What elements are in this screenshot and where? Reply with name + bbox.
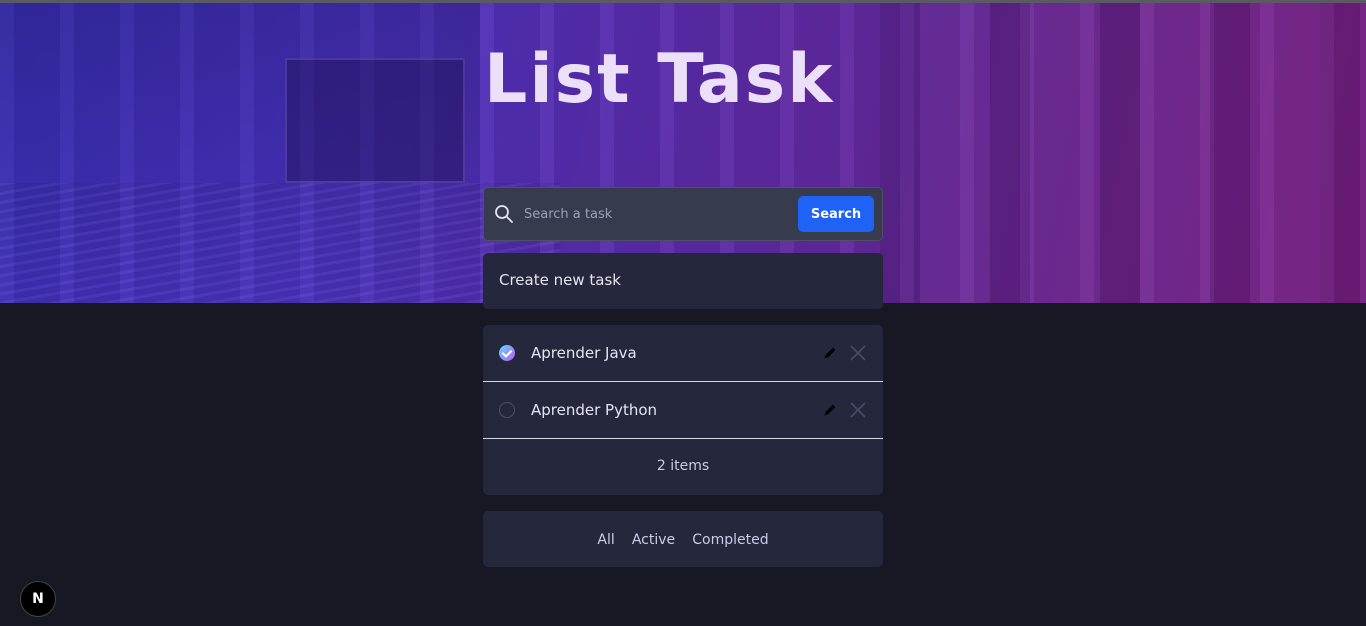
- items-count: 2 items: [656, 458, 710, 474]
- filter-completed-button[interactable]: Completed: [692, 532, 768, 548]
- task-checkbox[interactable]: [499, 402, 515, 418]
- task-label: Aprender Java: [531, 344, 637, 362]
- task-checkbox-checked[interactable]: [499, 345, 515, 361]
- create-task-label: Create new task: [499, 271, 621, 289]
- create-task-field[interactable]: Create new task: [483, 253, 883, 309]
- filter-active-button[interactable]: Active: [632, 532, 675, 548]
- hero-doorway: [285, 58, 465, 183]
- pencil-icon[interactable]: [823, 403, 837, 417]
- search-bar: Search: [483, 187, 883, 241]
- hero-pillars: [880, 3, 1366, 303]
- task-label: Aprender Python: [531, 401, 658, 419]
- filter-all-button[interactable]: All: [597, 532, 614, 548]
- task-list: Aprender Java Aprender Python 2 items: [483, 325, 883, 495]
- page-title: List Task: [484, 40, 835, 119]
- search-icon: [495, 205, 513, 223]
- pencil-icon[interactable]: [823, 346, 837, 360]
- hero-floor: [0, 183, 560, 303]
- task-row[interactable]: Aprender Python: [483, 382, 883, 439]
- filter-bar: All Active Completed: [483, 511, 883, 567]
- close-icon[interactable]: [849, 344, 867, 362]
- search-input[interactable]: [524, 202, 784, 226]
- close-icon[interactable]: [849, 401, 867, 419]
- nextjs-badge-button[interactable]: N: [20, 581, 56, 617]
- search-button[interactable]: Search: [798, 196, 874, 232]
- task-row[interactable]: Aprender Java: [483, 325, 883, 382]
- top-border: [0, 0, 1366, 3]
